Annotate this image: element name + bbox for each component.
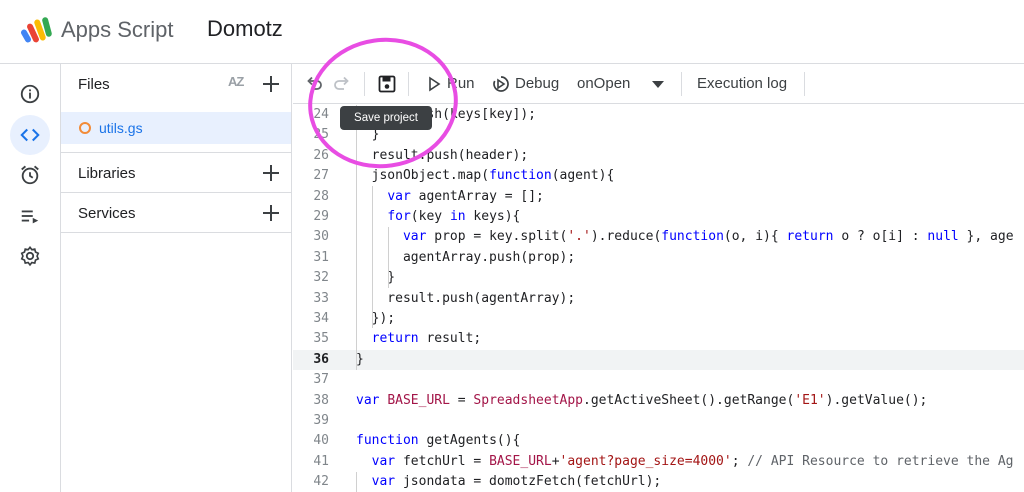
line-number: 40 bbox=[313, 433, 329, 449]
code-line[interactable]: 36} bbox=[293, 349, 1024, 371]
code-line[interactable]: 42 var jsondata = domotzFetch(fetchUrl); bbox=[293, 472, 1024, 492]
code-line[interactable]: 37 bbox=[293, 370, 1024, 390]
code-text: } bbox=[356, 351, 364, 367]
line-number: 27 bbox=[313, 168, 329, 184]
code-text: } bbox=[356, 270, 396, 286]
indent-guide bbox=[388, 227, 389, 288]
code-text: function getAgents(){ bbox=[356, 433, 521, 449]
top-bar: Apps Script Domotz bbox=[0, 0, 1024, 64]
debug-button[interactable]: Debug bbox=[515, 75, 559, 92]
code-line[interactable]: 33 result.push(agentArray); bbox=[293, 289, 1024, 309]
files-panel: Files AZ utils.gs Libraries Services bbox=[61, 64, 292, 492]
chevron-down-icon[interactable] bbox=[651, 78, 665, 90]
line-number: 37 bbox=[313, 372, 329, 388]
code-text: jsonObject.map(function(agent){ bbox=[356, 168, 615, 184]
code-line[interactable]: 32 } bbox=[293, 268, 1024, 288]
files-header: Files AZ bbox=[61, 64, 292, 104]
code-line[interactable]: 31 agentArray.push(prop); bbox=[293, 248, 1024, 268]
code-text: var fetchUrl = BASE_URL+'agent?page_size… bbox=[371, 453, 1014, 469]
app-name[interactable]: Apps Script bbox=[61, 17, 174, 43]
line-number: 31 bbox=[313, 249, 329, 265]
code-line[interactable]: 30 var prop = key.split('.').reduce(func… bbox=[293, 227, 1024, 247]
code-line[interactable]: 34 }); bbox=[293, 309, 1024, 329]
execution-log-button[interactable]: Execution log bbox=[697, 75, 787, 92]
line-number: 34 bbox=[313, 311, 329, 326]
code-line[interactable]: 29 for(key in keys){ bbox=[293, 207, 1024, 227]
alarm-icon bbox=[21, 165, 39, 185]
code-line[interactable]: 38 var BASE_URL = SpreadsheetApp.getActiv… bbox=[293, 391, 1024, 411]
toolbar-separator bbox=[681, 72, 682, 96]
line-number: 35 bbox=[313, 331, 329, 347]
sort-az-icon[interactable]: AZ bbox=[228, 74, 244, 89]
line-number: 33 bbox=[313, 290, 329, 306]
code-line[interactable]: 39 bbox=[293, 411, 1024, 431]
rail-overview-button[interactable] bbox=[10, 74, 50, 114]
code-text: var agentArray = []; bbox=[387, 188, 544, 204]
libraries-label: Libraries bbox=[78, 164, 136, 182]
code-text: result.push(agentArray); bbox=[356, 290, 576, 306]
code-text: var prop = key.split('.').reduce(functio… bbox=[402, 229, 1014, 245]
rail-settings-button[interactable] bbox=[10, 236, 50, 276]
line-number: 26 bbox=[313, 147, 329, 163]
function-select[interactable]: onOpen bbox=[577, 75, 630, 92]
list-play-icon bbox=[21, 210, 39, 224]
line-number: 32 bbox=[313, 270, 329, 286]
code-line[interactable]: 28 var agentArray = []; bbox=[293, 187, 1024, 207]
code-text: }); bbox=[356, 311, 396, 326]
line-number: 39 bbox=[313, 413, 329, 428]
debug-icon[interactable] bbox=[491, 74, 511, 94]
info-icon bbox=[20, 84, 40, 104]
line-number: 28 bbox=[313, 188, 329, 204]
code-line[interactable]: 40 function getAgents(){ bbox=[293, 431, 1024, 451]
add-service-icon[interactable] bbox=[262, 204, 280, 222]
line-number: 42 bbox=[313, 474, 329, 490]
line-number: 29 bbox=[313, 209, 329, 224]
files-label: Files bbox=[78, 75, 110, 93]
services-label: Services bbox=[78, 204, 136, 222]
rail-executions-button[interactable] bbox=[10, 196, 50, 236]
line-number: 36 bbox=[313, 351, 329, 367]
indent-guide bbox=[356, 472, 357, 492]
line-number: 41 bbox=[313, 453, 329, 469]
services-row[interactable]: Services bbox=[61, 193, 292, 233]
code-line[interactable]: 35 return result; bbox=[293, 329, 1024, 349]
line-number: 38 bbox=[313, 392, 329, 408]
divider bbox=[61, 232, 292, 233]
code-text: var jsondata = domotzFetch(fetchUrl); bbox=[371, 474, 662, 490]
code-icon bbox=[20, 128, 40, 142]
toolbar-separator bbox=[804, 72, 805, 96]
gear-icon bbox=[20, 245, 40, 267]
rail-editor-button[interactable] bbox=[10, 115, 50, 155]
left-rail bbox=[0, 64, 61, 492]
add-library-icon[interactable] bbox=[262, 164, 280, 182]
libraries-row[interactable]: Libraries bbox=[61, 153, 292, 193]
code-text: for(key in keys){ bbox=[387, 209, 521, 224]
code-line[interactable]: 41 var fetchUrl = BASE_URL+'agent?page_s… bbox=[293, 452, 1024, 472]
line-number: 30 bbox=[313, 229, 329, 245]
code-line[interactable]: 27 jsonObject.map(function(agent){ bbox=[293, 166, 1024, 186]
code-text: return result; bbox=[371, 331, 482, 347]
file-item-utils[interactable]: utils.gs bbox=[61, 112, 291, 144]
file-name: utils.gs bbox=[99, 120, 143, 136]
add-file-icon[interactable] bbox=[262, 75, 280, 93]
apps-script-logo-icon[interactable] bbox=[21, 15, 55, 45]
code-text: var BASE_URL = SpreadsheetApp.getActiveS… bbox=[356, 392, 928, 408]
project-name[interactable]: Domotz bbox=[207, 16, 283, 42]
script-file-icon bbox=[79, 122, 91, 134]
rail-triggers-button[interactable] bbox=[10, 155, 50, 195]
indent-guide bbox=[372, 186, 373, 328]
